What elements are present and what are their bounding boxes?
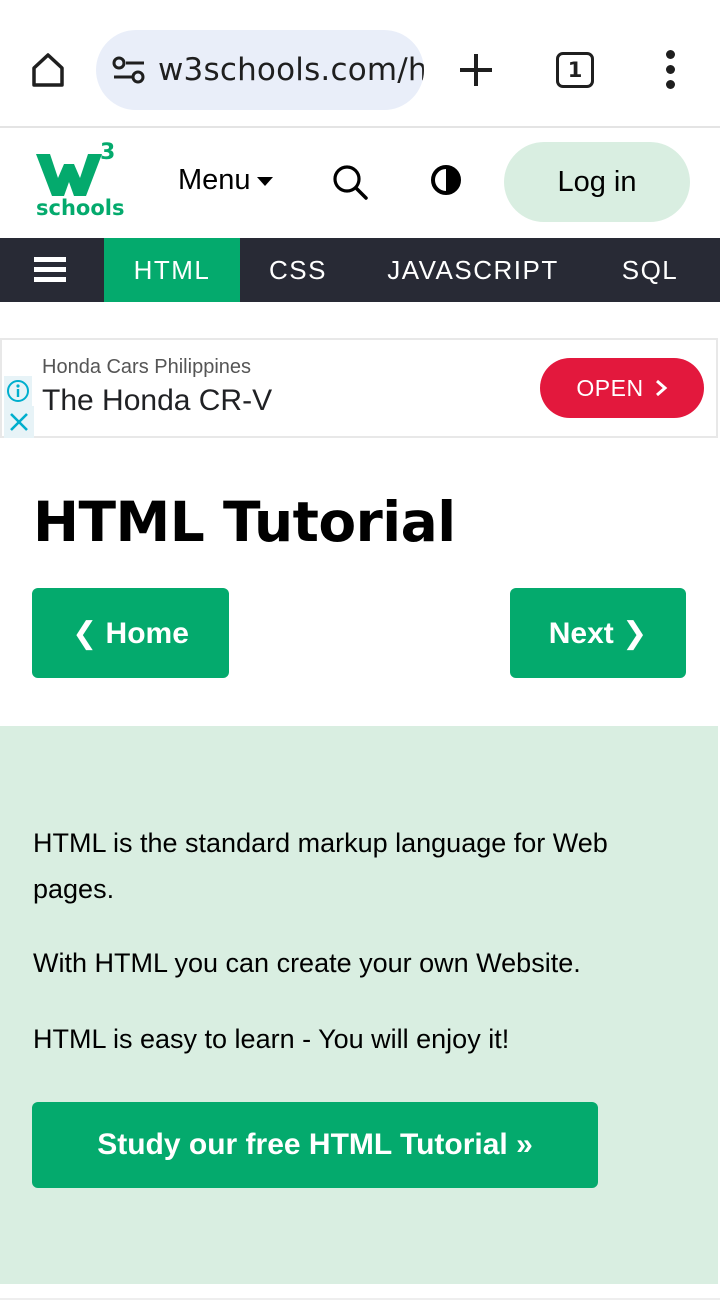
contrast-toggle-icon[interactable] xyxy=(430,164,462,196)
nav-item-sql[interactable]: SQL xyxy=(590,238,710,302)
search-icon[interactable] xyxy=(330,162,370,202)
ad-sponsor: Honda Cars Philippines xyxy=(42,356,252,378)
logo-wordmark: schools xyxy=(36,196,125,220)
plus-icon xyxy=(460,54,492,86)
nav-item-label: JAVASCRIPT xyxy=(387,254,559,285)
next-button-label: Next ❯ xyxy=(548,616,648,650)
nav-item-css[interactable]: CSS xyxy=(240,238,356,302)
topic-navbar: HTML CSS JAVASCRIPT SQL xyxy=(0,238,720,302)
intro-paragraph: HTML is the standard markup language for… xyxy=(33,828,608,904)
logo-superscript: 3 xyxy=(100,140,116,165)
study-tutorial-button[interactable]: Study our free HTML Tutorial » xyxy=(32,1102,598,1188)
ad-banner[interactable]: Honda Cars Philippines The Honda CR-V OP… xyxy=(0,338,718,438)
ad-close-icon[interactable] xyxy=(4,406,34,438)
browser-toolbar: w3schools.com/h 1 xyxy=(0,0,720,126)
tab-switcher-button[interactable]: 1 xyxy=(556,52,594,88)
more-options-icon[interactable] xyxy=(656,50,688,90)
intro-section: HTML is the standard markup language for… xyxy=(0,726,718,1284)
hamburger-menu-icon[interactable] xyxy=(34,257,68,283)
caret-down-icon xyxy=(256,177,273,186)
menu-button[interactable]: Menu xyxy=(178,164,273,197)
divider xyxy=(0,1298,720,1300)
address-bar[interactable]: w3schools.com/h xyxy=(96,30,424,110)
w3-logo-mark xyxy=(36,154,102,196)
nav-item-html[interactable]: HTML xyxy=(104,238,240,302)
page-title: HTML Tutorial xyxy=(33,490,456,554)
intro-paragraph: HTML is easy to learn - You will enjoy i… xyxy=(33,1024,510,1054)
nav-item-javascript[interactable]: JAVASCRIPT xyxy=(356,238,590,302)
tab-count: 1 xyxy=(567,58,583,82)
ad-open-button[interactable]: OPEN xyxy=(540,358,704,418)
site-header: 3 schools Menu Log in xyxy=(0,128,720,238)
study-button-label: Study our free HTML Tutorial » xyxy=(97,1128,533,1161)
chevron-right-icon xyxy=(655,379,667,397)
site-settings-icon[interactable] xyxy=(112,56,146,84)
w3schools-logo[interactable]: 3 schools xyxy=(34,140,124,230)
new-tab-button[interactable] xyxy=(452,46,500,94)
nav-item-label: SQL xyxy=(621,254,679,285)
nav-item-label: HTML xyxy=(133,254,211,285)
menu-label: Menu xyxy=(178,164,251,196)
next-button[interactable]: Next ❯ xyxy=(510,588,686,678)
ad-headline[interactable]: The Honda CR-V xyxy=(42,384,272,418)
intro-paragraph: With HTML you can create your own Websit… xyxy=(33,948,581,978)
url-text[interactable]: w3schools.com/h xyxy=(158,52,424,88)
login-label: Log in xyxy=(557,165,637,198)
login-button[interactable]: Log in xyxy=(504,142,690,222)
home-icon[interactable] xyxy=(22,44,74,96)
ad-info-icon[interactable] xyxy=(4,376,32,406)
ad-open-label: OPEN xyxy=(576,374,644,401)
home-button[interactable]: ❮ Home xyxy=(32,588,229,678)
home-button-label: ❮ Home xyxy=(72,616,189,650)
nav-item-label: CSS xyxy=(269,254,327,285)
